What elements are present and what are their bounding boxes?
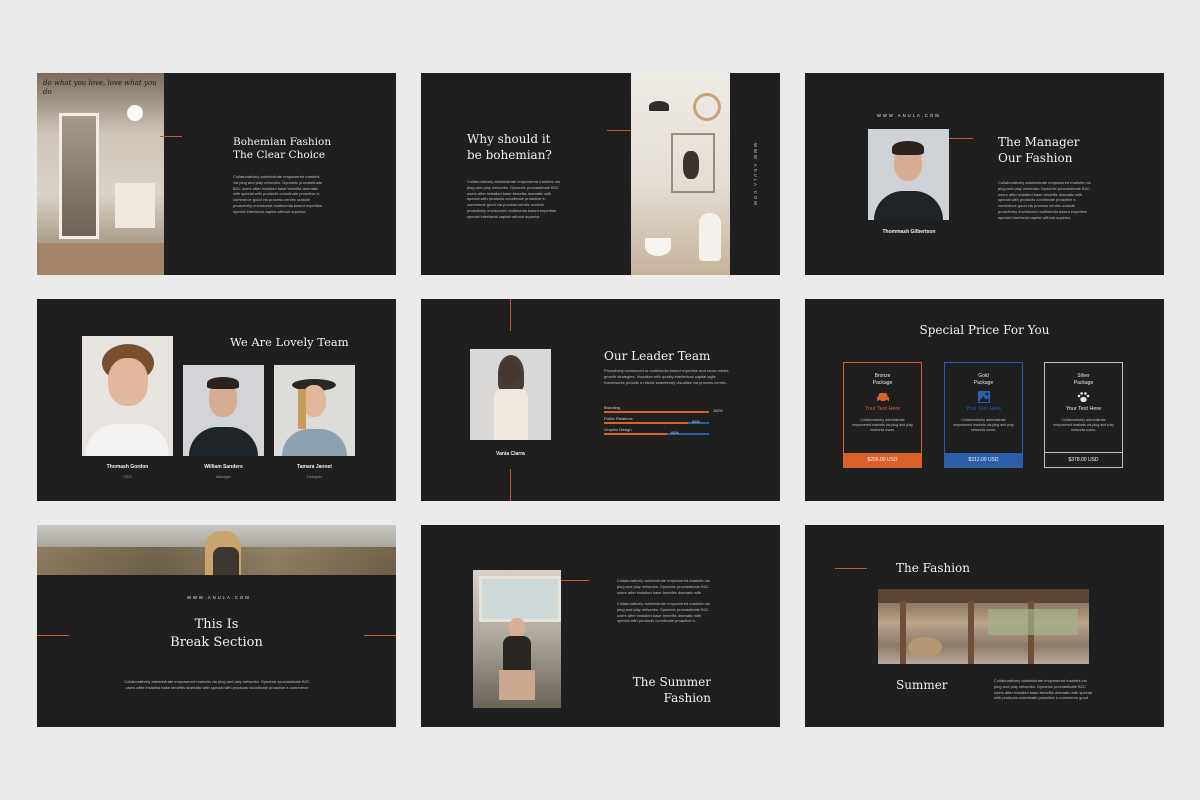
package-label: Package (1073, 379, 1094, 386)
skill-label: Public Relations (604, 416, 633, 421)
accent-line-top (510, 299, 511, 331)
skill-bar-fill (604, 433, 667, 435)
slide-title-1: Why should it (467, 132, 551, 146)
card-text: Collaboratively administrate empowered m… (852, 418, 913, 433)
your-text-heading: Your Text Here (965, 406, 1002, 412)
member-name: Tamara Jannet (297, 464, 332, 470)
slide-title-1: The Fashion (896, 561, 970, 575)
landscape-banner-photo (37, 525, 396, 575)
card-text: Collaboratively administrate empowered m… (953, 418, 1014, 433)
team-photo-2 (183, 365, 264, 456)
slide-manager[interactable]: WWW.ANULA.COM Thommash Gilbertson The Ma… (805, 73, 1164, 275)
member-role: CEO (123, 475, 132, 479)
paw-icon (1045, 390, 1122, 404)
price-tag[interactable]: $312.00 USD (945, 453, 1022, 467)
slide-title-2: Our Fashion (998, 151, 1073, 165)
accent-line (561, 580, 589, 581)
team-photo-1 (82, 336, 173, 456)
body-text: Collaboratively administrate empowered m… (994, 678, 1092, 702)
package-tier: Silver (1077, 373, 1090, 379)
slide-why-bohemian[interactable]: Why should it be bohemian? Collaborative… (421, 73, 780, 275)
image-icon (945, 390, 1022, 404)
your-text-heading: Your Text Here (1065, 406, 1102, 412)
body-text: Collaboratively administrate empowered m… (233, 174, 323, 214)
slide-title-1: Bohemian Fashion (233, 136, 332, 148)
room-mirror-photo: do what you love, love what you do (37, 73, 164, 275)
slide-summer-fashion[interactable]: Collaboratively administrate empowered m… (421, 525, 780, 727)
slide-title-2: The Clear Choice (233, 149, 326, 161)
site-url-vertical: WWW.ANULA.COM (753, 143, 758, 207)
member-role: Manager (216, 475, 231, 479)
member-role: Designer (306, 475, 323, 479)
accent-line (949, 138, 973, 139)
slide-title: Special Price For You (919, 323, 1050, 337)
slide-break-section[interactable]: WWW.ANULA.COM This Is Break Section Coll… (37, 525, 396, 727)
package-tier: Bronze (874, 373, 891, 379)
slide-title-2: Break Section (170, 635, 263, 650)
body-text: Collaboratively administrate empowered m… (467, 179, 560, 219)
skill-percent: 60% (671, 431, 679, 435)
person-name: Vania Clarra (496, 451, 525, 457)
slide-the-fashion[interactable]: The Fashion Summer Collaboratively admin… (805, 525, 1164, 727)
site-url: WWW.ANULA.COM (187, 595, 251, 600)
slide-leader-team[interactable]: Vania Clarra Our Leader Team Proactively… (421, 299, 780, 501)
skill-percent: 80% (692, 420, 700, 424)
skill-label: Graphic Design (604, 427, 632, 432)
your-text-heading: Your Text Here (864, 406, 901, 412)
slide-title-1: This Is (194, 617, 239, 632)
body-text: Collaboratively administrate empowered m… (998, 180, 1091, 220)
member-name: William Sanders (204, 464, 243, 470)
package-label: Package (872, 379, 893, 386)
price-tag[interactable]: $256.00 USD (844, 453, 921, 467)
pricing-card-silver[interactable]: Silver Package Your Text Here Collaborati… (1044, 362, 1123, 468)
car-icon (844, 390, 921, 404)
pricing-card-gold[interactable]: Gold Package Your Text Here Collaborative… (944, 362, 1023, 468)
slide-title: We Are Lovely Team (230, 335, 349, 349)
slide-title-2: Fashion (663, 691, 711, 705)
body-text: Collaboratively administrate empowered m… (124, 679, 310, 692)
member-name: Thomash Gordon (106, 464, 149, 470)
slide-special-price[interactable]: Special Price For You Bronze Package Your… (805, 299, 1164, 501)
van-portrait-photo (473, 570, 561, 708)
slide-title-2: be bohemian? (467, 148, 552, 162)
accent-line (160, 136, 182, 137)
leader-portrait (470, 349, 551, 440)
package-label: Package (973, 379, 994, 386)
skill-bar-fill (604, 422, 688, 424)
script-wall-text: do what you love, love what you do (43, 79, 157, 97)
site-url: WWW.ANULA.COM (877, 113, 941, 118)
slide-title-1: The Manager (998, 135, 1080, 149)
slide-title-2: Summer (896, 678, 948, 692)
veranda-photo (878, 589, 1089, 664)
skill-percent: 100% (713, 409, 723, 413)
skill-label: Branding (604, 405, 621, 410)
slide-title: Our Leader Team (604, 349, 711, 363)
bohemian-decor-photo (631, 73, 730, 275)
slide-lovely-team[interactable]: We Are Lovely Team Thomash Gordon CEO Wi… (37, 299, 396, 501)
pricing-card-bronze[interactable]: Bronze Package Your Text Here Collaborati… (843, 362, 922, 468)
leader-description: Proactively envisioned to multimedia bas… (604, 368, 729, 385)
manager-portrait (868, 129, 949, 220)
accent-line-bottom (510, 469, 511, 501)
team-photo-3 (274, 365, 355, 456)
price-tag[interactable]: $378.00 USD (1045, 452, 1122, 467)
person-name: Thommash Gilbertson (882, 229, 936, 235)
accent-line (835, 568, 867, 569)
body-text-1: Collaboratively administrate empowered m… (617, 578, 710, 595)
card-text: Collaboratively administrate empowered m… (1053, 418, 1114, 433)
skill-bar-fill (604, 411, 709, 413)
body-text-2: Collaboratively administrate empowered m… (617, 601, 710, 625)
slide-bohemian-fashion[interactable]: do what you love, love what you do Bohem… (37, 73, 396, 275)
package-tier: Gold (978, 373, 989, 379)
slide-title-1: The Summer (632, 675, 711, 689)
